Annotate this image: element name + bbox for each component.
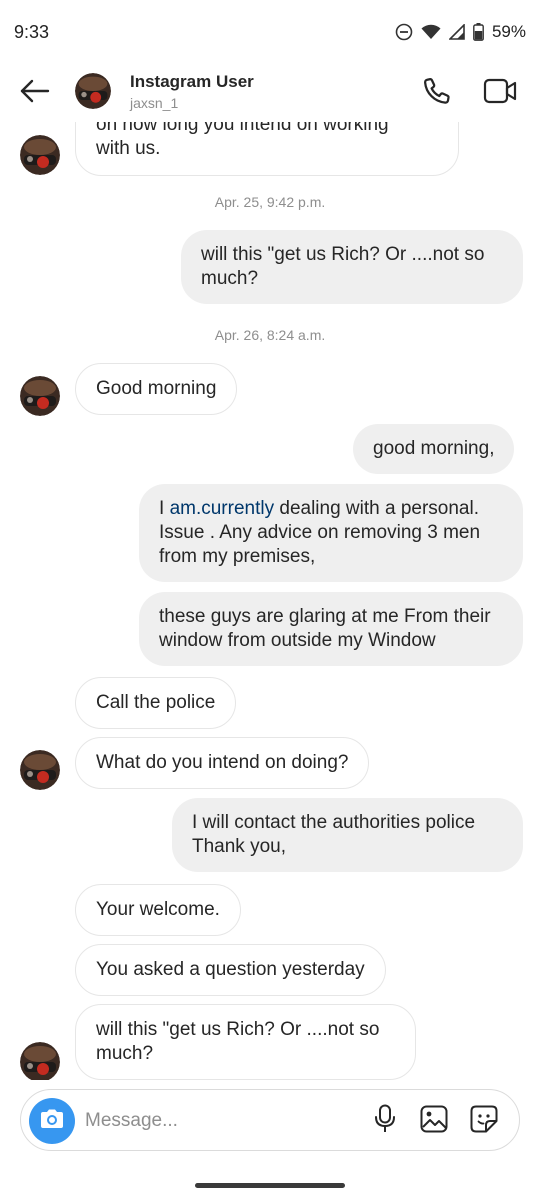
conversation-header: Instagram User jaxsn_1 [0, 64, 540, 122]
username-label: jaxsn_1 [130, 95, 179, 111]
sticker-icon [470, 1105, 498, 1138]
page-title: Instagram User [130, 72, 254, 91]
back-button[interactable] [18, 76, 52, 110]
message-text: Call the police [96, 692, 216, 713]
message-text-prefix: I [159, 498, 170, 519]
status-icons: 59% [395, 22, 526, 42]
message-incoming[interactable]: Good morning [75, 363, 238, 415]
avatar[interactable] [75, 73, 111, 109]
avatar[interactable] [20, 135, 60, 175]
header-names[interactable]: Instagram User jaxsn_1 [130, 72, 254, 114]
message-incoming[interactable]: Call the police [75, 677, 237, 729]
message-outgoing[interactable]: I will contact the authorities police Th… [172, 798, 523, 872]
gallery-button[interactable] [419, 1105, 449, 1138]
avatar[interactable] [20, 1042, 60, 1080]
message-text: I will contact the authorities police Th… [192, 812, 476, 857]
message-text: these guys are glaring at me From their … [159, 606, 491, 651]
message-thread[interactable]: on how long you intend on working with u… [0, 122, 540, 1080]
message-text: Good morning [96, 378, 217, 399]
sticker-button[interactable] [469, 1105, 499, 1138]
battery-icon [473, 23, 484, 41]
message-outgoing[interactable]: these guys are glaring at me From their … [139, 592, 523, 666]
message-incoming[interactable]: will this "get us Rich? Or ....not so mu… [75, 1004, 416, 1080]
wifi-icon [421, 24, 441, 40]
avatar[interactable] [20, 750, 60, 790]
gallery-icon [420, 1105, 448, 1138]
message-text: You asked a question yesterday [96, 959, 365, 980]
video-call-button[interactable] [482, 76, 518, 110]
do-not-disturb-icon [395, 23, 413, 41]
avatar[interactable] [20, 376, 60, 416]
message-incoming[interactable]: What do you intend on doing? [75, 737, 370, 789]
message-timestamp: Apr. 25, 9:42 p.m. [214, 194, 326, 210]
message-text: I am.currently dealing with a personal. … [159, 498, 480, 567]
message-composer [20, 1089, 520, 1151]
message-link[interactable]: am.currently [170, 498, 275, 519]
message-text: What do you intend on doing? [96, 752, 349, 773]
message-outgoing[interactable]: good morning, [353, 424, 515, 474]
back-arrow-icon [20, 79, 50, 108]
home-indicator[interactable] [195, 1183, 345, 1188]
message-text: with us. [96, 138, 161, 159]
message-text: on how long you intend on working [96, 122, 389, 135]
message-text: Your welcome. [96, 899, 220, 920]
microphone-icon [373, 1104, 397, 1139]
message-text: will this "get us Rich? Or ....not so mu… [96, 1019, 380, 1064]
camera-button[interactable] [29, 1098, 75, 1144]
message-text: good morning, [373, 438, 495, 459]
signal-icon [448, 24, 465, 40]
battery-percent: 59% [491, 22, 526, 41]
voice-call-button[interactable] [420, 76, 454, 110]
message-input[interactable] [85, 1100, 355, 1142]
message-incoming[interactable]: You asked a question yesterday [75, 944, 386, 996]
video-camera-icon [483, 77, 517, 110]
camera-icon [39, 1108, 65, 1135]
message-text: will this "get us Rich? Or ....not so mu… [201, 244, 485, 289]
voice-message-button[interactable] [371, 1104, 399, 1139]
status-bar: 9:33 59% [0, 0, 540, 64]
message-outgoing[interactable]: will this "get us Rich? Or ....not so mu… [181, 230, 523, 304]
message-outgoing[interactable]: I am.currently dealing with a personal. … [139, 484, 523, 582]
status-time: 9:33 [14, 21, 50, 42]
message-timestamp: Apr. 26, 8:24 a.m. [214, 327, 326, 343]
phone-icon [422, 76, 452, 111]
message-incoming[interactable]: Your welcome. [75, 884, 241, 936]
message-incoming[interactable]: on how long you intend on working with u… [75, 122, 459, 176]
